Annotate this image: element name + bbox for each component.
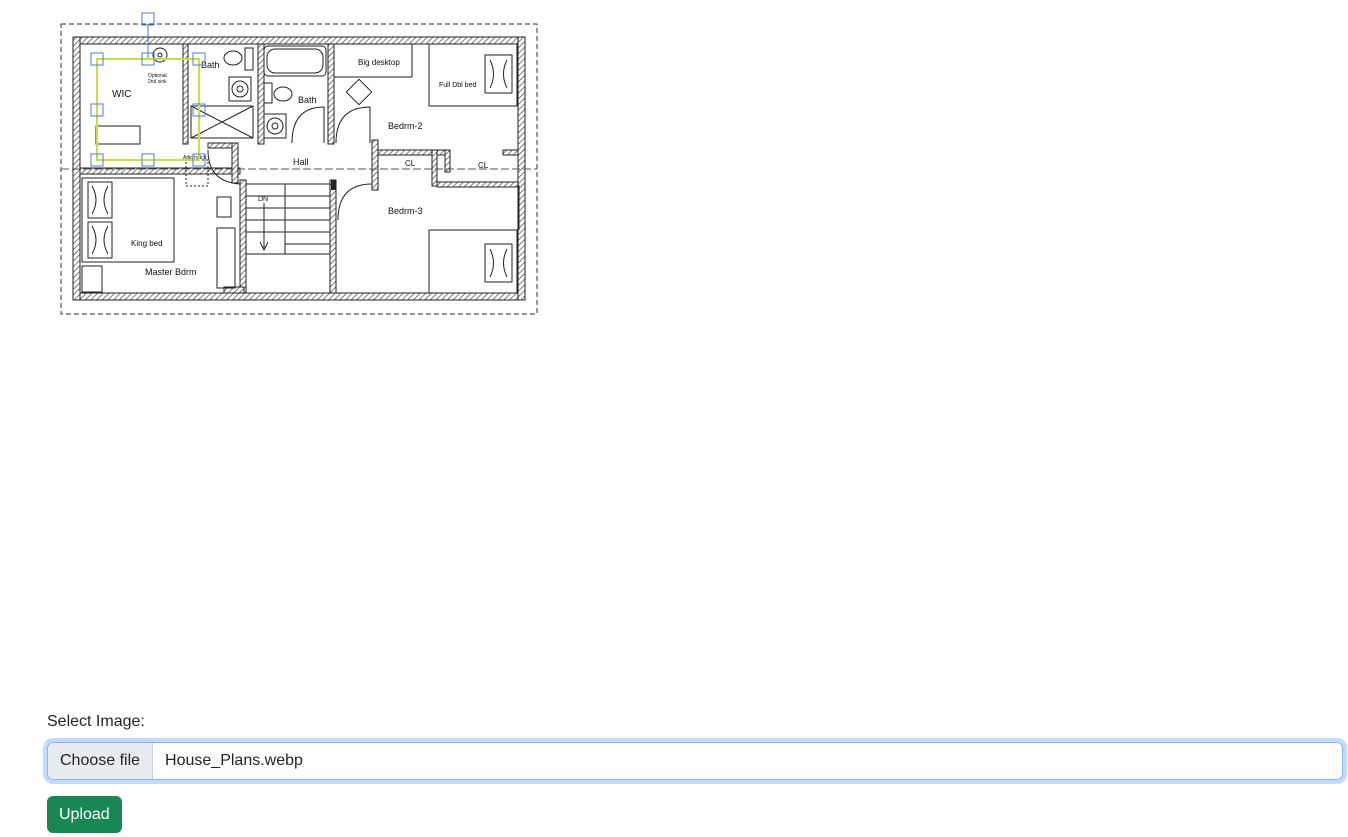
label-cl-1: CL xyxy=(405,159,416,168)
floor-plan: Bath Bath WIC Optional 2nd sink Attic ha… xyxy=(60,12,538,315)
label-optional-sink-2: 2nd sink xyxy=(148,79,167,85)
label-master-bdrm: Master Bdrm xyxy=(145,267,197,277)
label-big-desktop: Big desktop xyxy=(358,58,400,67)
label-king-bed: King bed xyxy=(131,239,163,248)
label-bath-mid: Bath xyxy=(298,95,317,105)
upload-button[interactable]: Upload xyxy=(47,796,122,833)
rotate-handle[interactable] xyxy=(141,12,155,26)
label-wic: WIC xyxy=(112,89,131,100)
label-dn: DN xyxy=(258,196,268,203)
file-input[interactable]: Choose file House_Plans.webp xyxy=(47,742,1343,780)
label-hall: Hall xyxy=(293,157,309,167)
file-name-text: House_Plans.webp xyxy=(165,752,303,769)
upload-form: Select Image: Choose file House_Plans.we… xyxy=(47,710,1343,833)
label-cl-2: CL xyxy=(478,161,489,170)
label-bedrm-3: Bedrm-3 xyxy=(388,206,423,216)
select-image-label: Select Image: xyxy=(47,713,145,730)
choose-file-button[interactable]: Choose file xyxy=(48,743,154,779)
label-full-dbl-bed: Full Dbl bed xyxy=(439,82,476,89)
image-canvas[interactable]: Bath Bath WIC Optional 2nd sink Attic ha… xyxy=(0,0,600,330)
label-bedrm-2: Bedrm-2 xyxy=(388,121,423,131)
